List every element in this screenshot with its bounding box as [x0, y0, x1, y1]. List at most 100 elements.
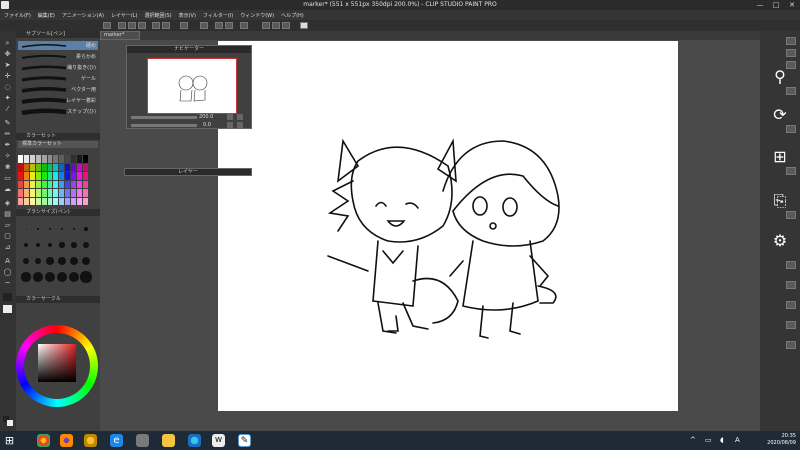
color-swatch[interactable]	[59, 163, 65, 171]
menu-filter[interactable]: フィルター(I)	[203, 12, 233, 19]
brush-size-dot[interactable]	[60, 227, 64, 231]
color-swatch[interactable]	[83, 163, 88, 171]
color-swatch[interactable]	[23, 155, 29, 163]
color-swatch[interactable]	[53, 180, 59, 188]
pencil-tool-icon[interactable]: ✏	[3, 130, 12, 138]
chrome-canary-icon[interactable]	[84, 434, 97, 447]
devices-icon[interactable]: ⎘	[770, 191, 790, 211]
brush-size-dot[interactable]	[83, 242, 89, 248]
brush-size-dot[interactable]	[37, 228, 39, 230]
eyedropper-tool-icon[interactable]: ⁄	[3, 105, 12, 113]
color-swatch[interactable]	[41, 163, 47, 171]
brush-size-dot[interactable]	[49, 228, 51, 230]
color-swatch[interactable]	[29, 180, 35, 188]
color-swatch[interactable]	[65, 189, 71, 197]
color-swatch[interactable]	[59, 180, 65, 188]
brush-size-dot[interactable]	[58, 257, 66, 265]
auto-select-tool-icon[interactable]: ✦	[3, 94, 12, 102]
panel-toggle-icon[interactable]	[786, 261, 796, 269]
snap-grid-button[interactable]	[272, 22, 280, 29]
color-swatch[interactable]	[77, 180, 83, 188]
panel-toggle-icon[interactable]	[786, 211, 796, 219]
selection-tool-icon[interactable]: ◌	[3, 83, 12, 91]
menu-view[interactable]: 表示(V)	[179, 12, 196, 19]
rotate-icon[interactable]	[227, 122, 233, 128]
color-swatch[interactable]	[71, 172, 77, 180]
color-swatch[interactable]	[53, 155, 59, 163]
eraser-tool-icon[interactable]: ▭	[3, 174, 12, 182]
brush-tool-icon[interactable]: ✒	[3, 141, 12, 149]
maximize-button[interactable]: □	[768, 0, 784, 10]
panel-toggle-icon[interactable]	[786, 37, 796, 45]
color-swatch[interactable]	[71, 180, 77, 188]
brush-size-dot[interactable]	[22, 257, 30, 265]
color-swatch[interactable]	[65, 172, 71, 180]
menu-edit[interactable]: 編集(E)	[38, 12, 55, 19]
color-swatch[interactable]	[23, 197, 29, 205]
line-correction-tool-icon[interactable]: ~	[3, 279, 12, 287]
menu-layer[interactable]: レイヤー(L)	[111, 12, 138, 19]
background-color-chip[interactable]	[7, 420, 13, 426]
flip-icon[interactable]	[237, 122, 243, 128]
panel-toggle-icon[interactable]	[786, 341, 796, 349]
menu-help[interactable]: ヘルプ(H)	[281, 12, 304, 19]
color-wheel[interactable]	[16, 325, 98, 407]
share-icon[interactable]: ⟳	[770, 105, 790, 125]
windows-start-icon[interactable]: ⊞	[770, 147, 790, 167]
file-explorer-icon[interactable]	[162, 434, 175, 447]
brush-size-dot[interactable]	[69, 256, 79, 266]
zoom-slider[interactable]	[131, 116, 197, 119]
color-swatch[interactable]	[47, 163, 53, 171]
clip-studio-button[interactable]	[103, 22, 111, 29]
clip-studio-paint-icon[interactable]: ✎	[238, 434, 251, 447]
brush-size-dot[interactable]	[24, 243, 28, 247]
brush-size-dot[interactable]	[84, 227, 88, 231]
windows-start-button-icon[interactable]: ⊞	[3, 434, 16, 447]
color-swatch[interactable]	[83, 197, 88, 205]
undo-button[interactable]	[152, 22, 160, 29]
color-swatch[interactable]	[71, 189, 77, 197]
color-swatch[interactable]	[47, 197, 53, 205]
panel-toggle-icon[interactable]	[786, 281, 796, 289]
color-swatch[interactable]	[23, 189, 29, 197]
balloon-tool-icon[interactable]: ◯	[3, 268, 12, 276]
main-color-swatch[interactable]	[3, 293, 12, 301]
color-swatch-grid[interactable]	[18, 155, 88, 205]
network-icon[interactable]: ▭	[705, 434, 713, 447]
brush-size-dot[interactable]	[25, 228, 27, 230]
volume-icon[interactable]: ◖	[720, 434, 728, 447]
color-swatch[interactable]	[18, 172, 23, 180]
color-swatch[interactable]	[83, 189, 88, 197]
color-swatch[interactable]	[35, 155, 41, 163]
color-swatch[interactable]	[18, 189, 23, 197]
color-swatch[interactable]	[41, 155, 47, 163]
color-swatch[interactable]	[71, 155, 77, 163]
airbrush-tool-icon[interactable]: ✧	[3, 152, 12, 160]
zoom-tool-icon[interactable]: ⌕	[3, 39, 12, 47]
color-swatch[interactable]	[35, 172, 41, 180]
color-swatch[interactable]	[53, 189, 59, 197]
menu-animation[interactable]: アニメーション(A)	[62, 12, 104, 19]
move-layer-tool-icon[interactable]: ✛	[3, 72, 12, 80]
brush-size-grid[interactable]	[20, 221, 94, 291]
color-swatch[interactable]	[35, 180, 41, 188]
color-swatch[interactable]	[41, 189, 47, 197]
brush-size-dot[interactable]	[71, 242, 77, 248]
panel-toggle-icon[interactable]	[786, 49, 796, 57]
menu-window[interactable]: ウィンドウ(W)	[240, 12, 274, 19]
menu-selection[interactable]: 選択範囲(S)	[145, 12, 172, 19]
color-swatch[interactable]	[53, 172, 59, 180]
show-selection-button[interactable]	[240, 22, 248, 29]
color-swatch[interactable]	[77, 189, 83, 197]
color-swatch[interactable]	[65, 180, 71, 188]
brush-size-dot[interactable]	[45, 272, 55, 282]
color-swatch[interactable]	[77, 172, 83, 180]
panel-toggle-icon[interactable]	[786, 301, 796, 309]
ruler-tool-icon[interactable]: ⊿	[3, 243, 12, 251]
color-swatch[interactable]	[29, 163, 35, 171]
brush-item[interactable]: ベクター用	[18, 85, 98, 94]
brush-size-dot[interactable]	[81, 256, 91, 266]
blend-tool-icon[interactable]: ☁	[3, 185, 12, 193]
zoom-in-icon[interactable]	[227, 114, 233, 120]
brush-size-dot[interactable]	[68, 271, 80, 283]
